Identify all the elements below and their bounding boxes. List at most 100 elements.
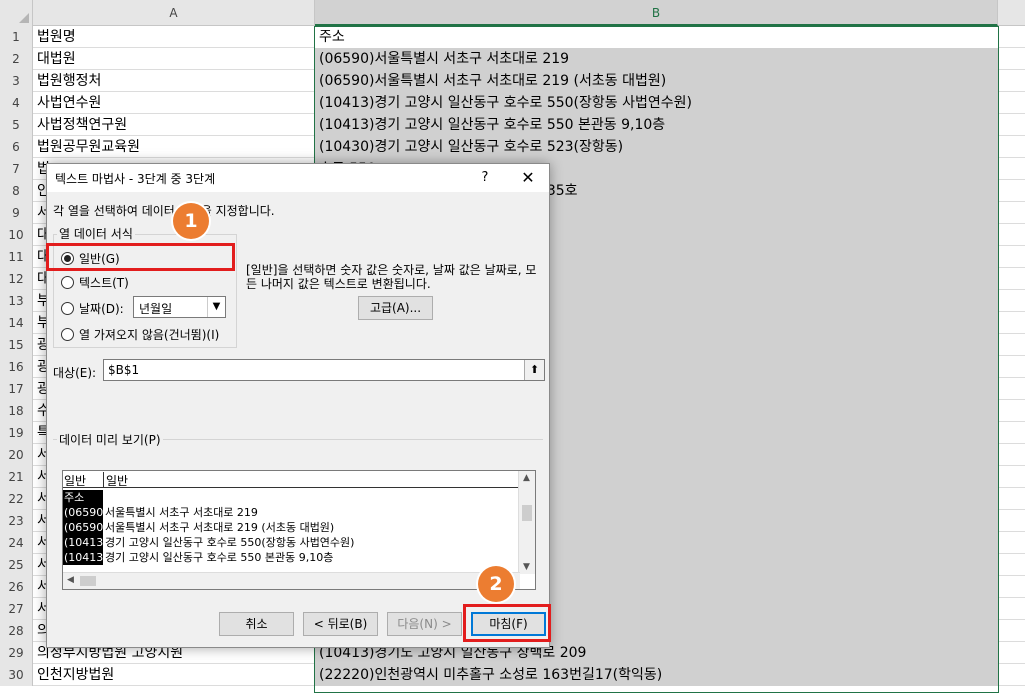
back-button[interactable]: < 뒤로(B) (303, 612, 378, 636)
row-number[interactable]: 19 (0, 422, 33, 444)
vertical-scroll-thumb[interactable] (522, 505, 532, 521)
cell-c[interactable] (998, 642, 1025, 664)
destination-input[interactable]: $B$1 ⬆ (103, 359, 545, 381)
cell-c[interactable] (998, 290, 1025, 312)
row-number[interactable]: 12 (0, 268, 33, 290)
preview-horizontal-scrollbar[interactable]: ◀ (63, 572, 520, 589)
cell-c[interactable] (998, 26, 1025, 48)
advanced-button[interactable]: 고급(A)... (358, 296, 433, 320)
cell-c[interactable] (998, 664, 1025, 686)
cell-c[interactable] (998, 224, 1025, 246)
row-number[interactable]: 18 (0, 400, 33, 422)
row-number[interactable]: 11 (0, 246, 33, 268)
cell-b[interactable]: (06590)서울특별시 서초구 서초대로 219 (315, 48, 998, 70)
data-preview[interactable]: 일반 일반 주소(06590)서울특별시 서초구 서초대로 219(06590)… (62, 470, 536, 590)
next-button[interactable]: 다음(N) > (387, 612, 462, 636)
row-number[interactable]: 6 (0, 136, 33, 158)
cell-a[interactable]: 법원행정처 (33, 70, 315, 92)
row-number[interactable]: 23 (0, 510, 33, 532)
row-number[interactable]: 20 (0, 444, 33, 466)
cell-c[interactable] (998, 488, 1025, 510)
cell-c[interactable] (998, 268, 1025, 290)
cancel-button[interactable]: 취소 (219, 612, 294, 636)
cell-c[interactable] (998, 48, 1025, 70)
cell-c[interactable] (998, 510, 1025, 532)
row-number[interactable]: 14 (0, 312, 33, 334)
row-number[interactable]: 16 (0, 356, 33, 378)
cell-c[interactable] (998, 114, 1025, 136)
preview-vertical-scrollbar[interactable]: ▲ ▼ (518, 471, 535, 574)
row-number[interactable]: 3 (0, 70, 33, 92)
row-number[interactable]: 5 (0, 114, 33, 136)
cell-c[interactable] (998, 532, 1025, 554)
radio-text[interactable]: 텍스트(T) (61, 273, 129, 291)
cell-c[interactable] (998, 202, 1025, 224)
row-number[interactable]: 10 (0, 224, 33, 246)
row-number[interactable]: 15 (0, 334, 33, 356)
preview-header-col1[interactable]: 일반 (63, 472, 103, 489)
cell-c[interactable] (998, 92, 1025, 114)
cell-c[interactable] (998, 356, 1025, 378)
cell-b[interactable]: 주소 (315, 26, 998, 48)
row-number[interactable]: 8 (0, 180, 33, 202)
cell-c[interactable] (998, 180, 1025, 202)
cell-c[interactable] (998, 312, 1025, 334)
scroll-left-icon[interactable]: ◀ (67, 575, 74, 585)
cell-c[interactable] (998, 246, 1025, 268)
finish-button[interactable]: 마침(F) (471, 612, 546, 636)
date-format-select[interactable]: 년월일 ▼ (133, 296, 226, 318)
row-number[interactable]: 24 (0, 532, 33, 554)
row-number[interactable]: 28 (0, 620, 33, 642)
row-number[interactable]: 17 (0, 378, 33, 400)
radio-date[interactable]: 날짜(D): (61, 299, 124, 317)
cell-a[interactable]: 인천지방법원 (33, 664, 315, 686)
cell-a[interactable]: 법원명 (33, 26, 315, 48)
row-number[interactable]: 22 (0, 488, 33, 510)
row-number[interactable]: 25 (0, 554, 33, 576)
horizontal-scroll-thumb[interactable] (80, 576, 96, 586)
cell-c[interactable] (998, 400, 1025, 422)
row-number[interactable]: 4 (0, 92, 33, 114)
cell-c[interactable] (998, 334, 1025, 356)
cell-c[interactable] (998, 158, 1025, 180)
row-number[interactable]: 26 (0, 576, 33, 598)
preview-header-col2[interactable]: 일반 (103, 472, 128, 488)
row-number[interactable]: 9 (0, 202, 33, 224)
column-header-b[interactable]: B (315, 0, 998, 26)
cell-a[interactable]: 사법정책연구원 (33, 114, 315, 136)
row-number[interactable]: 13 (0, 290, 33, 312)
cell-c[interactable] (998, 378, 1025, 400)
row-number[interactable]: 1 (0, 26, 33, 48)
scroll-down-icon[interactable]: ▼ (523, 562, 530, 572)
cell-b[interactable]: (22220)인천광역시 미추홀구 소성로 163번길17(학익동) (315, 664, 998, 686)
row-number[interactable]: 2 (0, 48, 33, 70)
cell-c[interactable] (998, 466, 1025, 488)
cell-b[interactable]: (06590)서울특별시 서초구 서초대로 219 (서초동 대법원) (315, 70, 998, 92)
scroll-up-icon[interactable]: ▲ (523, 473, 530, 483)
cell-c[interactable] (998, 598, 1025, 620)
cell-a[interactable]: 사법연수원 (33, 92, 315, 114)
cell-c[interactable] (998, 136, 1025, 158)
cell-c[interactable] (998, 70, 1025, 92)
radio-skip[interactable]: 열 가져오지 않음(건너뜀)(I) (61, 325, 219, 343)
close-icon[interactable]: ✕ (513, 167, 543, 189)
cell-b[interactable]: (10430)경기 고양시 일산동구 호수로 523(장항동) (315, 136, 998, 158)
row-number[interactable]: 21 (0, 466, 33, 488)
row-number[interactable]: 7 (0, 158, 33, 180)
cell-c[interactable] (998, 554, 1025, 576)
cell-b[interactable]: (10413)경기 고양시 일산동구 호수로 550 본관동 9,10층 (315, 114, 998, 136)
cell-a[interactable]: 대법원 (33, 48, 315, 70)
row-number[interactable]: 29 (0, 642, 33, 664)
cell-c[interactable] (998, 444, 1025, 466)
select-all-corner[interactable] (0, 0, 33, 26)
row-number[interactable]: 27 (0, 598, 33, 620)
radio-general[interactable]: 일반(G) (61, 249, 120, 267)
cell-b[interactable]: (10413)경기 고양시 일산동구 호수로 550(장항동 사법연수원) (315, 92, 998, 114)
cell-c[interactable] (998, 620, 1025, 642)
row-number[interactable]: 30 (0, 664, 33, 686)
collapse-dialog-icon[interactable]: ⬆ (524, 360, 544, 380)
cell-a[interactable]: 법원공무원교육원 (33, 136, 315, 158)
cell-c[interactable] (998, 422, 1025, 444)
cell-c[interactable] (998, 576, 1025, 598)
help-button[interactable]: ? (470, 167, 500, 189)
